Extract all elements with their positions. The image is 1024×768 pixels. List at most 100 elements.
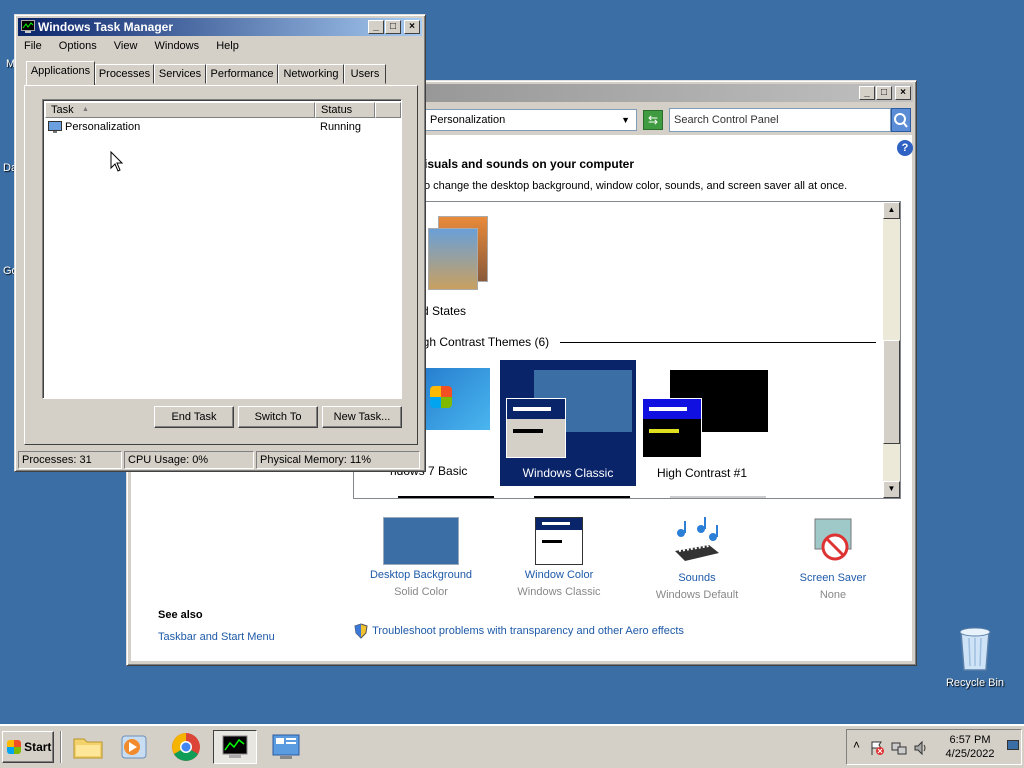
close-button[interactable]: × [404, 20, 420, 34]
scroll-up-arrow[interactable]: ▲ [883, 202, 900, 219]
status-processes: Processes: 31 [18, 451, 122, 469]
shield-icon [354, 623, 368, 639]
maximize-button[interactable]: □ [876, 86, 892, 100]
status-memory: Physical Memory: 11% [256, 451, 420, 469]
minimize-button[interactable]: _ [368, 20, 384, 34]
clock-time: 6:57 PM [949, 734, 991, 746]
tab-applications[interactable]: Applications [26, 61, 95, 85]
column-header-task[interactable]: Task ▲ [45, 102, 315, 118]
tab-networking[interactable]: Networking [278, 64, 344, 84]
theme-preview-partial[interactable] [422, 206, 488, 298]
task-manager-taskbar-button[interactable] [213, 730, 257, 764]
theme-list-scrollbar[interactable]: ▲ ▼ [883, 202, 900, 498]
status-cpu: CPU Usage: 0% [124, 451, 254, 469]
menu-help[interactable]: Help [216, 40, 239, 52]
action-center-flag-icon[interactable] [869, 740, 885, 756]
explorer-taskbar-button[interactable] [66, 730, 110, 764]
chevron-down-icon[interactable]: ▼ [621, 110, 630, 130]
sounds-icon [675, 517, 719, 561]
folder-icon [73, 738, 103, 759]
theme-high-contrast-1[interactable]: High Contrast #1 [638, 360, 778, 486]
menu-windows[interactable]: Windows [155, 40, 200, 52]
theme-list[interactable]: d States igh Contrast Themes (6) ndows 7… [353, 201, 901, 499]
screen-saver-icon [814, 518, 852, 561]
theme-preview-peek [670, 496, 766, 498]
screen-saver-link[interactable]: Screen Saver None [773, 517, 893, 601]
address-bar[interactable]: Personalization ▼ [425, 109, 637, 131]
scroll-down-arrow[interactable]: ▼ [883, 481, 900, 498]
window-color-link[interactable]: Window Color Windows Classic [499, 517, 619, 598]
classic-window-preview [506, 398, 566, 458]
volume-icon[interactable] [913, 740, 929, 756]
scroll-thumb[interactable] [883, 340, 900, 444]
search-button[interactable] [891, 108, 911, 132]
menu-options[interactable]: Options [59, 40, 97, 52]
screen-saver-value: None [819, 589, 847, 601]
personalization-icon [48, 121, 62, 133]
menu-view[interactable]: View [114, 40, 138, 52]
high-contrast-window-preview [642, 398, 702, 458]
column-status-label: Status [321, 104, 353, 116]
close-button[interactable]: × [895, 86, 911, 100]
media-player-taskbar-button[interactable] [112, 730, 156, 764]
sounds-link[interactable]: Sounds Windows Default [637, 517, 757, 601]
window-title: Windows Task Manager [38, 20, 174, 34]
tab-performance[interactable]: Performance [206, 64, 278, 84]
taskbar: Start ˄ 6:57 PM 4/25/2022 [0, 724, 1024, 768]
chrome-icon [172, 733, 200, 761]
window-color-label[interactable]: Window Color [499, 569, 619, 581]
tab-processes[interactable]: Processes [95, 64, 154, 84]
windows-logo-icon [7, 740, 21, 755]
menu-file[interactable]: File [24, 40, 42, 52]
tab-users[interactable]: Users [344, 64, 386, 84]
minimize-button[interactable]: _ [859, 86, 875, 100]
show-desktop-icon[interactable] [1007, 740, 1019, 750]
end-task-button[interactable]: End Task [154, 406, 234, 428]
screen-saver-label[interactable]: Screen Saver [773, 572, 893, 584]
start-button[interactable]: Start [2, 731, 54, 763]
task-manager-icon [21, 20, 35, 33]
theme-group-label: d States [422, 304, 467, 318]
maximize-button[interactable]: □ [385, 20, 401, 34]
refresh-icon[interactable]: ⇆ [643, 110, 663, 130]
chrome-taskbar-button[interactable] [164, 730, 208, 764]
control-panel-taskbar-button[interactable] [264, 730, 308, 764]
sort-ascending-icon: ▲ [82, 106, 89, 113]
task-manager-titlebar[interactable]: Windows Task Manager _ □ × [18, 18, 422, 36]
see-also-heading: See also [158, 609, 203, 621]
column-task-label: Task [51, 104, 74, 116]
table-row[interactable]: Personalization Running [47, 120, 397, 136]
desktop-background-link[interactable]: Desktop Background Solid Color [361, 517, 481, 598]
theme-label: Windows Classic [522, 466, 614, 480]
switch-to-button[interactable]: Switch To [238, 406, 318, 428]
task-name: Personalization [65, 121, 141, 133]
taskbar-start-menu-link[interactable]: Taskbar and Start Menu [158, 631, 275, 643]
recycle-bin[interactable]: Recycle Bin [940, 624, 1010, 689]
notification-area: ˄ 6:57 PM 4/25/2022 [846, 729, 1022, 765]
column-header-status[interactable]: Status [315, 102, 375, 118]
network-icon[interactable] [891, 740, 907, 756]
control-panel-icon [272, 734, 300, 759]
new-task-button[interactable]: New Task... [322, 406, 402, 428]
page-heading: isuals and sounds on your computer [424, 157, 635, 171]
desktop-background-icon [383, 517, 459, 565]
menu-bar: File Options View Windows Help [24, 40, 253, 52]
theme-windows-classic[interactable]: Windows Classic [500, 360, 636, 486]
breadcrumb: Personalization [430, 114, 506, 126]
troubleshoot-link[interactable]: Troubleshoot problems with transparency … [372, 625, 684, 637]
clock-date: 4/25/2022 [945, 748, 995, 760]
help-icon[interactable]: ? [897, 140, 913, 156]
desktop-background-label[interactable]: Desktop Background [361, 569, 481, 581]
clock[interactable]: 6:57 PM 4/25/2022 [937, 733, 1003, 761]
troubleshoot-row[interactable]: Troubleshoot problems with transparency … [353, 623, 684, 639]
task-manager-icon [222, 735, 248, 758]
theme-preview-peek [398, 496, 494, 498]
sounds-value: Windows Default [655, 589, 739, 601]
tab-services[interactable]: Services [154, 64, 206, 84]
task-list[interactable]: Task ▲ Status Personalization Running [42, 99, 402, 399]
search-input[interactable]: Search Control Panel [669, 108, 891, 132]
show-hidden-icons-button[interactable]: ˄ [853, 738, 860, 752]
sounds-label[interactable]: Sounds [637, 572, 757, 584]
status-bar: Processes: 31 CPU Usage: 0% Physical Mem… [18, 451, 422, 469]
tab-page: Task ▲ Status Personalization Running En… [24, 85, 418, 445]
